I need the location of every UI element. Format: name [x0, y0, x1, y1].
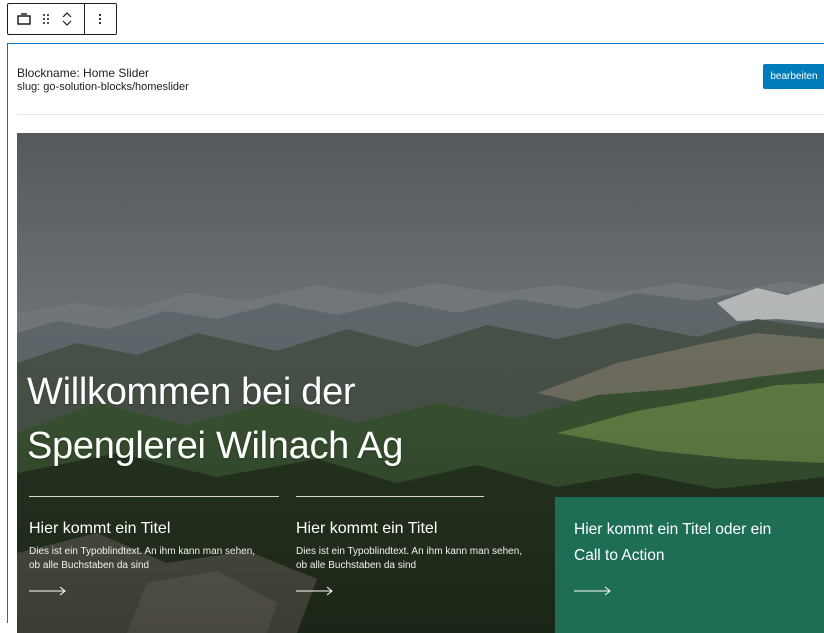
- teaser-rule: [29, 496, 279, 497]
- block-slug: slug: go-solution-blocks/homeslider: [17, 81, 189, 93]
- teaser-text-line-1: Dies ist ein Typoblindtext. An ihm kann …: [29, 546, 256, 557]
- teaser-text: Dies ist ein Typoblindtext. An ihm kann …: [296, 545, 546, 573]
- hero-title: Willkommen bei der Spenglerei Wilnach Ag: [27, 365, 587, 473]
- home-slider-block[interactable]: Blockname: Home Slider slug: go-solution…: [7, 43, 824, 633]
- block-meta: Blockname: Home Slider slug: go-solution…: [17, 66, 189, 94]
- arrow-right-icon[interactable]: [574, 583, 806, 601]
- cta-title-line-2: Call to Action: [574, 547, 665, 564]
- move-buttons: [56, 4, 78, 34]
- cta-title: Hier kommt ein Titel oder ein Call to Ac…: [574, 517, 806, 569]
- hero-title-line-1: Willkommen bei der: [27, 371, 356, 413]
- cta-box[interactable]: Hier kommt ein Titel oder ein Call to Ac…: [555, 497, 824, 633]
- teaser-text-line-2: ob alle Buchstaben da sind: [29, 560, 150, 571]
- teaser-1[interactable]: Hier kommt ein Titel Dies ist ein Typobl…: [29, 496, 279, 601]
- block-toolbar: [7, 3, 117, 35]
- more-options-icon[interactable]: [85, 4, 115, 34]
- divider: [17, 114, 824, 115]
- teaser-rule: [296, 496, 484, 497]
- arrow-right-icon[interactable]: [296, 583, 546, 601]
- hero-slider: Willkommen bei der Spenglerei Wilnach Ag…: [17, 133, 824, 633]
- block-name: Blockname: Home Slider: [17, 66, 150, 80]
- block-type-icon[interactable]: [12, 4, 36, 34]
- teaser-title: Hier kommt ein Titel: [29, 520, 171, 537]
- teaser-title: Hier kommt ein Titel: [296, 520, 438, 537]
- teaser-text-line-1: Dies ist ein Typoblindtext. An ihm kann …: [296, 546, 523, 557]
- teaser-2[interactable]: Hier kommt ein Titel Dies ist ein Typobl…: [296, 496, 546, 601]
- drag-handle-icon[interactable]: [36, 4, 56, 34]
- hero-title-line-2: Spenglerei Wilnach Ag: [27, 425, 404, 467]
- arrow-right-icon[interactable]: [29, 583, 279, 601]
- teaser-text: Dies ist ein Typoblindtext. An ihm kann …: [29, 545, 279, 573]
- cta-title-line-1: Hier kommt ein Titel oder ein: [574, 521, 772, 538]
- move-up-icon[interactable]: [62, 11, 72, 19]
- move-down-icon[interactable]: [62, 19, 72, 27]
- teaser-text-line-2: ob alle Buchstaben da sind: [296, 560, 417, 571]
- edit-button[interactable]: bearbeiten: [763, 64, 824, 89]
